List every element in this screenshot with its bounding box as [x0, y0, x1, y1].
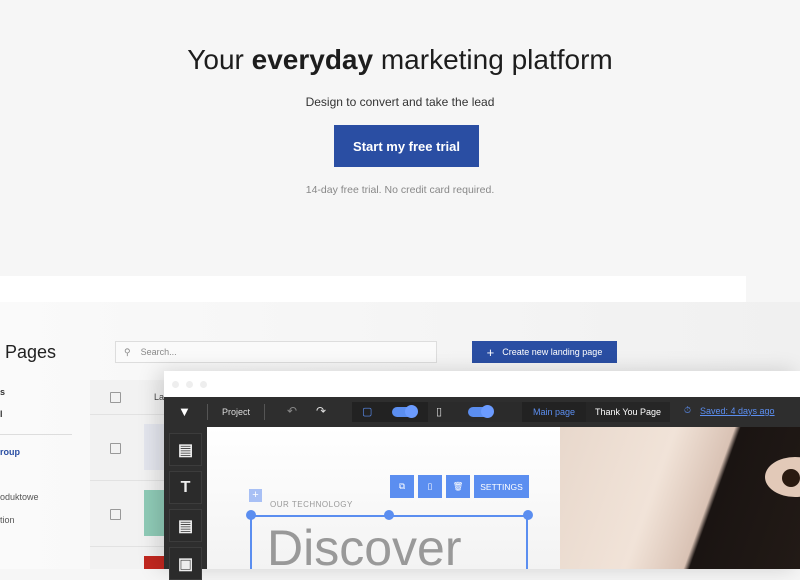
duplicate-icon[interactable]: ⧉	[390, 475, 414, 498]
row-checkbox[interactable]	[110, 443, 121, 454]
editor-toolbar: ▼ Project ↶ ↷ ▢ ▯ Main page Thank You Pa…	[164, 397, 800, 427]
window-dot	[186, 381, 193, 388]
divider	[0, 434, 72, 435]
form-tool-icon[interactable]: ▤	[169, 509, 202, 542]
resize-handle[interactable]	[246, 510, 256, 520]
search-input[interactable]: ⚲ Search...	[115, 341, 437, 363]
editor-window: ▼ Project ↶ ↷ ▢ ▯ Main page Thank You Pa…	[164, 371, 800, 580]
saved-status-link[interactable]: Saved: 4 days ago	[700, 406, 775, 416]
desktop-toggle[interactable]	[392, 405, 418, 418]
settings-button[interactable]: SETTINGS	[474, 475, 529, 498]
window-dot	[172, 381, 179, 388]
tab-main-page[interactable]: Main page	[522, 402, 586, 422]
window-dot	[200, 381, 207, 388]
desktop-icon[interactable]: ▢	[362, 405, 372, 418]
trial-note: 14-day free trial. No credit card requir…	[305, 184, 495, 196]
sidebar-item[interactable]: l	[0, 409, 3, 419]
search-icon: ⚲	[124, 346, 131, 357]
page-title: Pages	[5, 342, 57, 362]
select-all-checkbox[interactable]	[110, 392, 121, 403]
project-menu[interactable]: Project	[222, 407, 250, 417]
undo-icon[interactable]: ↶	[287, 404, 297, 418]
hero-subtitle: Design to convert and take the lead	[305, 95, 495, 109]
editor-canvas[interactable]: ⧉ ▯ 🗑 SETTINGS + OUR TECHNOLOGY Discover	[207, 427, 560, 569]
resize-handle[interactable]	[523, 510, 533, 520]
redo-icon[interactable]: ↷	[316, 404, 326, 418]
row-checkbox[interactable]	[110, 509, 121, 520]
sidebar-item[interactable]: tion	[0, 515, 15, 525]
hero-title: Your everyday marketing platform	[187, 44, 613, 75]
add-element-icon[interactable]: +	[249, 489, 262, 502]
column-header: La	[154, 392, 165, 402]
view-toggle-group: ▢ ▯	[352, 402, 532, 422]
tab-thank-you-page[interactable]: Thank You Page	[586, 402, 670, 422]
sidebar-item[interactable]: oduktowe	[0, 492, 39, 502]
text-tool-icon[interactable]: T	[169, 471, 202, 504]
trash-icon[interactable]: 🗑	[446, 475, 470, 498]
section-tool-icon[interactable]: ▤	[169, 433, 202, 466]
sidebar-item[interactable]: s	[0, 387, 5, 397]
logo-icon: ▼	[178, 404, 191, 419]
image-tool-icon[interactable]: ▣	[169, 547, 202, 580]
plus-icon: +	[486, 344, 495, 360]
mobile-toggle[interactable]	[468, 405, 494, 418]
hero-photo	[560, 427, 800, 569]
mobile-icon[interactable]: ▯	[436, 405, 442, 418]
heading-text[interactable]: Discover	[267, 519, 461, 569]
clock-icon: ⏱	[684, 405, 692, 415]
layers-icon[interactable]: ▯	[418, 475, 442, 498]
eyebrow-text[interactable]: OUR TECHNOLOGY	[270, 500, 353, 509]
tools-sidebar: ▤ T ▤ ▣	[164, 427, 207, 580]
start-trial-button[interactable]: Start my free trial	[334, 125, 479, 167]
sidebar-item-group[interactable]: roup	[0, 447, 20, 457]
browser-strip	[0, 276, 746, 302]
create-landing-page-button[interactable]: + Create new landing page	[472, 341, 617, 363]
